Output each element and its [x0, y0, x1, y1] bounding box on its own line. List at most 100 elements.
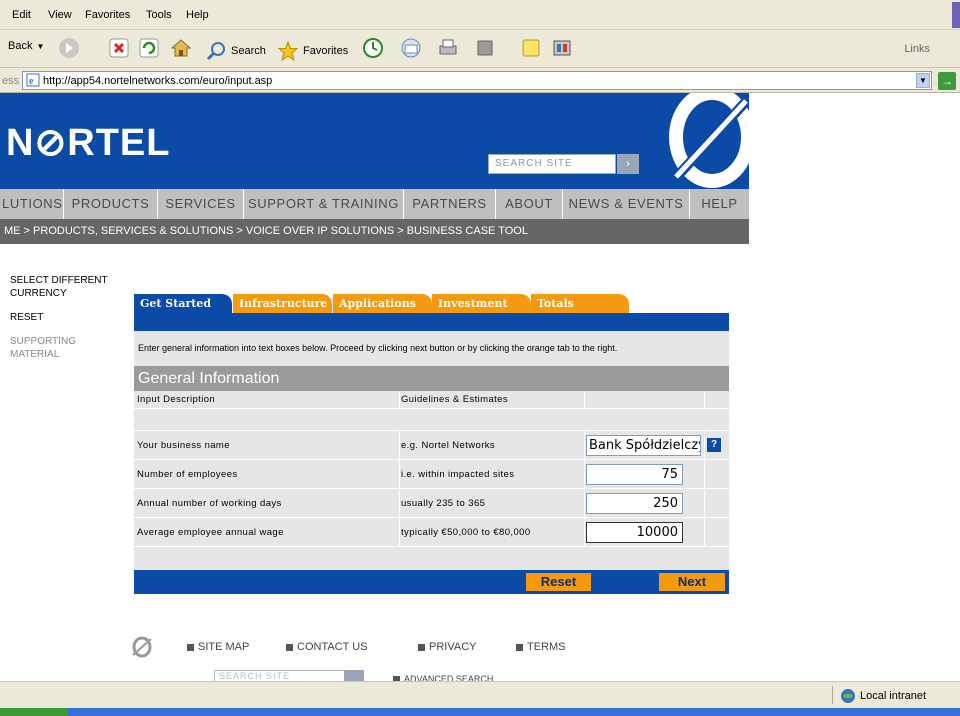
table-spacer-row: [134, 409, 729, 431]
nav-help[interactable]: HELP: [690, 189, 749, 219]
business-name-label: Your business name: [137, 440, 230, 451]
employees-guide: i.e. within impacted sites: [401, 469, 515, 480]
business-name-input[interactable]: Bank Spółdzielczy: [586, 435, 701, 456]
table-header-row: Input Description Guidelines & Estimates: [134, 391, 729, 409]
tab-applications[interactable]: Applications: [333, 294, 432, 314]
go-arrow-icon[interactable]: →: [938, 72, 956, 90]
nav-solutions[interactable]: LUTIONS: [0, 189, 64, 219]
tab-get-started[interactable]: Get Started: [134, 294, 232, 314]
nortel-globe-small-icon: [132, 636, 152, 658]
annual-wage-input[interactable]: 10000: [586, 522, 683, 543]
tab-infrastructure[interactable]: Infrastructure: [233, 294, 332, 314]
select-currency-link[interactable]: SELECT DIFFERENT CURRENCY: [10, 274, 110, 300]
working-days-input[interactable]: 250: [586, 493, 683, 514]
employees-input[interactable]: 75: [586, 464, 683, 485]
menu-favorites[interactable]: Favorites: [85, 9, 130, 21]
nav-products[interactable]: PRODUCTS: [64, 189, 158, 219]
favorites-label: Favorites: [303, 45, 349, 57]
edit-icon[interactable]: [474, 37, 496, 59]
back-label: Back: [8, 40, 33, 52]
site-footer: SITE MAP CONTACT US PRIVACY TERMS SEARCH…: [130, 634, 750, 684]
menu-tools[interactable]: Tools: [146, 9, 172, 21]
business-name-guide: e.g. Nortel Networks: [401, 440, 496, 451]
address-label: ess: [2, 75, 20, 87]
address-url: http://app54.nortelnetworks.com/euro/inp…: [43, 75, 273, 87]
help-icon[interactable]: ?: [707, 438, 721, 452]
instructions-text: Enter general information into text boxe…: [134, 331, 729, 366]
reset-button[interactable]: Reset: [526, 573, 591, 591]
links-label[interactable]: Links: [904, 43, 930, 55]
site-search-go-button[interactable]: ›: [617, 154, 639, 174]
star-icon: [277, 40, 299, 62]
stop-icon[interactable]: [108, 37, 130, 59]
table-spacer-row: [134, 547, 729, 570]
chevron-down-icon: ▼: [36, 41, 45, 51]
working-days-guide: usually 235 to 365: [401, 498, 486, 509]
search-button[interactable]: Search: [205, 40, 266, 62]
reset-link[interactable]: RESET: [10, 311, 120, 324]
back-button[interactable]: Back ▼: [8, 40, 44, 52]
form-action-bar: Reset Next: [134, 570, 729, 594]
site-search-input[interactable]: SEARCH SITE: [488, 154, 616, 174]
nav-services[interactable]: SERVICES: [158, 189, 244, 219]
history-icon[interactable]: [362, 37, 384, 59]
search-label: Search: [231, 45, 266, 57]
refresh-icon[interactable]: [138, 37, 160, 59]
bullet-icon: [286, 643, 293, 651]
breadcrumb[interactable]: ME > PRODUCTS, SERVICES & SOLUTIONS > VO…: [0, 219, 749, 244]
tab-totals[interactable]: Totals: [531, 294, 629, 314]
search-icon: [206, 42, 225, 61]
home-icon[interactable]: [170, 37, 192, 59]
footer-contact-link[interactable]: CONTACT US: [286, 641, 368, 653]
table-row: Your business name e.g. Nortel Networks …: [134, 431, 729, 460]
tab-investment[interactable]: Investment: [432, 294, 531, 314]
svg-text:e: e: [29, 76, 34, 87]
employees-label: Number of employees: [137, 469, 238, 480]
bullet-icon: [187, 643, 194, 651]
site-header: N⊘RTEL SEARCH SITE ›: [0, 93, 749, 189]
working-days-label: Annual number of working days: [137, 498, 282, 509]
footer-site-map-link[interactable]: SITE MAP: [187, 641, 249, 653]
next-button[interactable]: Next: [659, 573, 725, 591]
section-title: General Information: [134, 366, 729, 391]
menu-help[interactable]: Help: [186, 9, 209, 21]
menu-view[interactable]: View: [48, 9, 72, 21]
forward-icon[interactable]: [58, 37, 80, 59]
nav-partners[interactable]: PARTNERS: [404, 189, 496, 219]
table-row: Annual number of working days usually 23…: [134, 489, 729, 518]
left-sidebar: SELECT DIFFERENT CURRENCY RESET SUPPORTI…: [10, 274, 120, 361]
nav-news-events[interactable]: NEWS & EVENTS: [563, 189, 690, 219]
bullet-icon: [418, 643, 425, 651]
discuss-icon[interactable]: [520, 37, 542, 59]
windows-taskbar: [0, 708, 960, 716]
supporting-material-link[interactable]: SUPPORTING MATERIAL: [10, 335, 80, 361]
main-nav: LUTIONS PRODUCTS SERVICES SUPPORT & TRAI…: [0, 189, 749, 219]
windows-logo-area: [952, 2, 960, 28]
favorites-button[interactable]: Favorites: [277, 40, 348, 62]
zone-label: Local intranet: [860, 690, 927, 702]
mail-icon[interactable]: [400, 37, 422, 59]
address-bar: ess e http://app54.nortelnetworks.com/eu…: [0, 68, 960, 93]
browser-toolbar: Back ▼ Search Favorites Links: [0, 30, 960, 68]
start-button[interactable]: [0, 708, 68, 716]
table-row: Average employee annual wage typically €…: [134, 518, 729, 547]
nav-support-training[interactable]: SUPPORT & TRAINING: [244, 189, 404, 219]
address-input[interactable]: e http://app54.nortelnetworks.com/euro/i…: [22, 71, 932, 90]
messenger-icon[interactable]: [551, 37, 573, 59]
table-row: Number of employees i.e. within impacted…: [134, 460, 729, 489]
annual-wage-guide: typically €50,000 to €80,000: [401, 527, 531, 538]
nav-about[interactable]: ABOUT: [496, 189, 563, 219]
nortel-globe-icon: [668, 93, 749, 188]
annual-wage-label: Average employee annual wage: [137, 527, 284, 538]
print-icon[interactable]: [437, 37, 459, 59]
col-header-input: Input Description: [137, 394, 216, 405]
menu-edit[interactable]: Edit: [12, 9, 31, 21]
address-dropdown-icon[interactable]: ▼: [916, 73, 930, 88]
zone-indicator: Local intranet: [840, 688, 926, 704]
tab-underline-bar: [134, 313, 729, 331]
footer-terms-link[interactable]: TERMS: [516, 641, 566, 653]
ie-page-icon: e: [26, 73, 40, 87]
nortel-logo[interactable]: N⊘RTEL: [6, 120, 171, 165]
col-header-guide: Guidelines & Estimates: [401, 394, 509, 405]
footer-privacy-link[interactable]: PRIVACY: [418, 641, 476, 653]
